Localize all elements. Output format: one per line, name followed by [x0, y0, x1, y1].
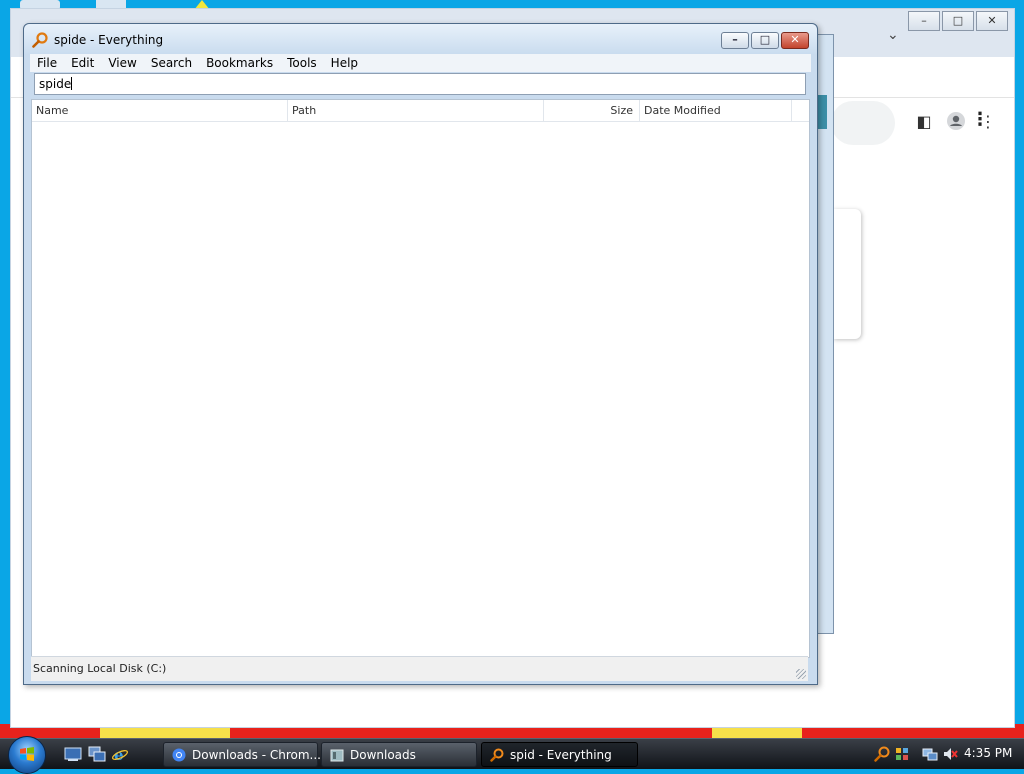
close-button[interactable]: ✕ [781, 32, 809, 49]
text-caret [71, 77, 73, 90]
taskbar-button-label: Downloads - Chrom... [192, 748, 321, 762]
everything-search-icon [32, 32, 48, 48]
minimize-button[interactable]: – [908, 11, 940, 31]
folder-icon [330, 749, 344, 762]
everything-search-icon[interactable] [874, 746, 890, 762]
window-controls: – □ ✕ [719, 32, 809, 49]
results-header: Name Path Size Date Modified [32, 100, 809, 122]
taskbar-button-everything[interactable]: spid - Everything [481, 742, 638, 767]
resize-grip-icon[interactable] [796, 669, 806, 679]
window-title: spide - Everything [54, 33, 164, 47]
menu-bookmarks[interactable]: Bookmarks [199, 56, 280, 70]
results-list[interactable]: Name Path Size Date Modified [31, 99, 810, 658]
close-button[interactable]: ✕ [976, 11, 1008, 31]
column-header-date-modified[interactable]: Date Modified [640, 100, 792, 121]
status-bar: Scanning Local Disk (C:) [31, 656, 808, 681]
taskbar-button-chrome[interactable]: Downloads - Chrom... [163, 742, 321, 767]
menu-bar: File Edit View Search Bookmarks Tools He… [30, 54, 811, 72]
restore-button[interactable]: □ [942, 11, 974, 31]
tab-search-chevron-icon[interactable]: ⌄ [887, 27, 899, 43]
everything-search-icon [490, 748, 504, 762]
column-header-size[interactable]: Size [544, 100, 640, 121]
chrome-window-controls: – □ ✕ [906, 11, 1008, 31]
menu-tools[interactable]: Tools [280, 56, 324, 70]
minimize-button[interactable]: – [721, 32, 749, 49]
minimize-icon: – [732, 33, 738, 46]
status-text: Scanning Local Disk (C:) [33, 662, 167, 675]
chrome-page-pill [831, 101, 895, 145]
side-panel-icon[interactable]: ◧ [913, 111, 935, 133]
search-input-value: spide [39, 77, 73, 91]
internet-explorer-icon[interactable]: e [111, 746, 129, 762]
everything-titlebar[interactable]: spide - Everything – □ ✕ [24, 24, 817, 54]
close-icon: ✕ [790, 33, 800, 46]
column-header-path[interactable]: Path [288, 100, 544, 121]
maximize-icon: □ [759, 33, 771, 46]
network-icon[interactable] [922, 746, 938, 762]
search-query-text: spide [39, 77, 72, 91]
taskbar-button-downloads[interactable]: Downloads [321, 742, 477, 767]
chrome-page-card [833, 209, 861, 339]
switch-windows-icon[interactable] [88, 746, 106, 762]
profile-icon[interactable] [945, 111, 967, 133]
menu-file[interactable]: File [30, 56, 64, 70]
menu-help[interactable]: Help [324, 56, 365, 70]
start-button[interactable] [8, 736, 46, 774]
taskbar: e Downloads - Chrom... Downloads spid - … [0, 736, 1024, 774]
taskbar-button-label: Downloads [350, 748, 416, 762]
windows-logo-icon [20, 747, 34, 761]
show-desktop-icon[interactable] [64, 746, 82, 762]
clock[interactable]: 4:35 PM [964, 746, 1012, 760]
menu-search[interactable]: Search [144, 56, 199, 70]
maximize-button[interactable]: □ [751, 32, 779, 49]
page-menu-kebab-icon[interactable]: ⋮ [971, 109, 989, 130]
search-input[interactable]: spide [34, 73, 806, 95]
menu-edit[interactable]: Edit [64, 56, 101, 70]
volume-muted-icon[interactable] [942, 746, 958, 762]
chrome-icon [172, 748, 186, 762]
column-header-name[interactable]: Name [32, 100, 288, 121]
menu-view[interactable]: View [101, 56, 143, 70]
tray-app-icon[interactable] [894, 746, 910, 762]
taskbar-button-label: spid - Everything [510, 748, 612, 762]
everything-window: spide - Everything – □ ✕ File Edit View … [23, 23, 818, 685]
